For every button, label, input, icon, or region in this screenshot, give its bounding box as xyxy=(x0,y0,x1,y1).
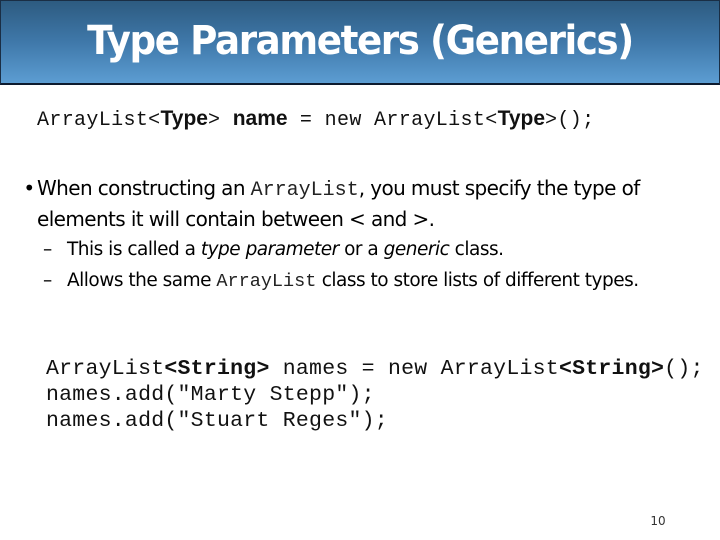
sub-bullet-text-part: class. xyxy=(449,239,504,260)
code-line: names.add("Marty Stepp"); xyxy=(46,383,375,407)
sub-bullet-text-part: or a xyxy=(338,239,384,260)
bullet-point: • When constructing an ArrayList, you mu… xyxy=(22,174,712,234)
slide-title: Type Parameters (Generics) xyxy=(87,18,634,64)
inline-code: ArrayList xyxy=(216,271,317,292)
decl-text: = new ArrayList< xyxy=(287,109,498,132)
sub-bullet-text-part: Allows the same xyxy=(67,270,217,291)
code-token: ArrayList xyxy=(46,357,165,381)
code-token: (); xyxy=(664,357,704,381)
inline-code: ArrayList xyxy=(250,179,359,202)
code-type-argument: <String> xyxy=(558,357,665,381)
decl-name-placeholder: name xyxy=(232,107,288,130)
code-line: names.add("Stuart Reges"); xyxy=(46,409,388,433)
sub-bullet-point: – Allows the same ArrayList class to sto… xyxy=(43,268,720,295)
slide-header: Type Parameters (Generics) xyxy=(0,0,720,85)
code-type-argument: <String> xyxy=(164,357,270,381)
sub-bullet-text: Allows the same ArrayList class to store… xyxy=(67,268,720,295)
bullet-text: When constructing an ArrayList, you must… xyxy=(37,174,712,234)
sub-bullet-text-part: class to store lists of different types. xyxy=(316,270,639,291)
bullet-text-part: When constructing an xyxy=(37,176,251,200)
decl-text: ArrayList< xyxy=(37,109,161,132)
dash-icon: – xyxy=(43,270,52,291)
generic-declaration-syntax: ArrayList<Type> name = new ArrayList<Typ… xyxy=(37,106,594,134)
sub-bullet-text-part: This is called a xyxy=(67,239,201,260)
code-example: ArrayList<String> names = new ArrayList<… xyxy=(46,356,704,434)
decl-text: >(); xyxy=(545,109,595,132)
dash-icon: – xyxy=(43,239,52,260)
page-number: 10 xyxy=(650,514,666,528)
decl-type-placeholder: Type xyxy=(497,107,546,130)
emphasis-term: type parameter xyxy=(200,239,339,260)
sub-bullet-text: This is called a type parameter or a gen… xyxy=(67,237,720,263)
bullet-icon: • xyxy=(23,176,35,200)
emphasis-term: generic xyxy=(383,239,450,260)
code-line: ArrayList<String> names = new ArrayList<… xyxy=(46,356,704,382)
decl-text: > xyxy=(208,109,233,132)
sub-bullet-point: – This is called a type parameter or a g… xyxy=(43,237,720,263)
decl-type-placeholder: Type xyxy=(160,107,208,130)
code-token: names = new ArrayList xyxy=(269,357,559,381)
